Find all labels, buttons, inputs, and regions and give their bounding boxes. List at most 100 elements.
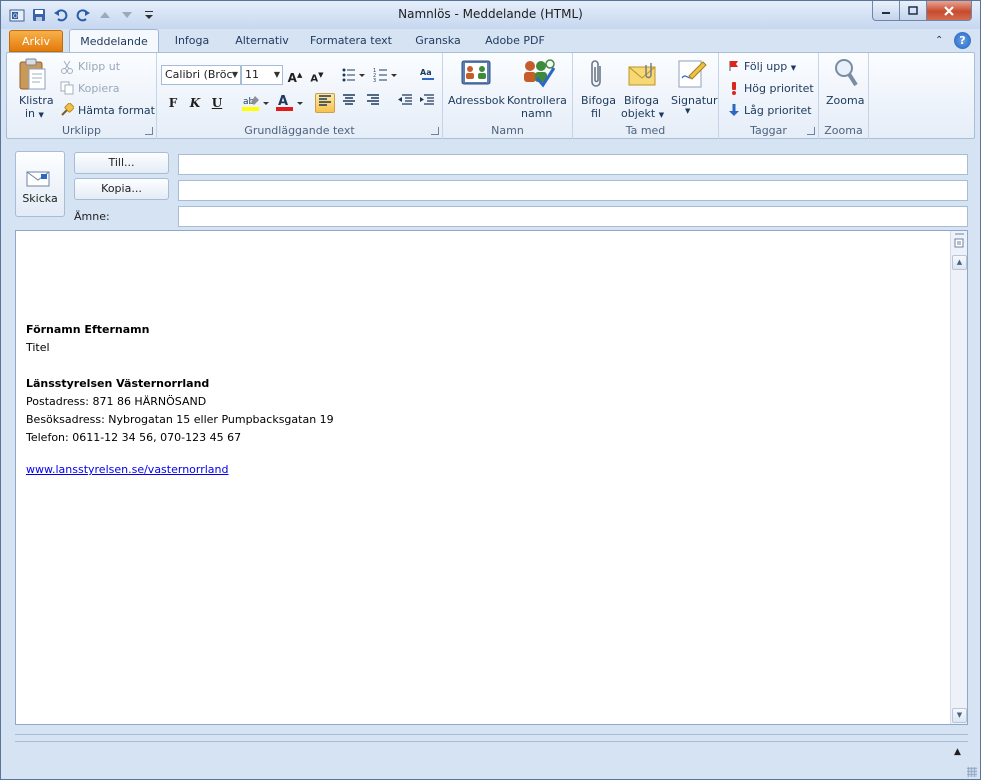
cc-field[interactable]: [178, 180, 968, 201]
tab-meddelande[interactable]: Meddelande: [69, 29, 159, 53]
align-left-icon[interactable]: [315, 93, 335, 113]
signature-icon[interactable]: [677, 58, 707, 91]
attach-item-dropdown-icon: ▼: [658, 111, 665, 119]
font-color-icon[interactable]: A: [275, 93, 305, 116]
vertical-scrollbar[interactable]: ▲ ▼: [950, 231, 967, 724]
signature-block: Förnamn Efternamn Titel Länsstyrelsen Vä…: [26, 321, 334, 479]
minimize-ribbon-icon[interactable]: ⌃: [935, 35, 943, 46]
attach-item-label-2-text: objekt: [621, 107, 656, 120]
scroll-up-button[interactable]: ▲: [952, 255, 967, 270]
cut-button[interactable]: Klipp ut: [78, 60, 120, 73]
resize-grip[interactable]: [967, 767, 977, 777]
signature-button[interactable]: Signatur: [671, 94, 718, 107]
attach-item-label-1[interactable]: Bifoga: [624, 94, 659, 107]
format-painter-button[interactable]: Hämta format: [78, 104, 155, 117]
numbered-list-icon[interactable]: 123: [373, 67, 399, 86]
zoom-icon[interactable]: [833, 57, 859, 92]
tab-alternativ[interactable]: Alternativ: [229, 29, 295, 53]
underline-icon[interactable]: U: [207, 93, 227, 113]
signature-link[interactable]: www.lansstyrelsen.se/vasternorrland: [26, 463, 229, 476]
check-names-icon[interactable]: [521, 58, 556, 91]
people-pane-toggle-icon[interactable]: ▲: [954, 747, 961, 757]
paste-label-2[interactable]: in ▼: [25, 107, 44, 120]
tab-granska[interactable]: Granska: [409, 29, 467, 53]
paste-label-1[interactable]: Klistra: [19, 94, 54, 107]
message-body[interactable]: Förnamn Efternamn Titel Länsstyrelsen Vä…: [15, 230, 968, 725]
subject-label: Ämne:: [74, 210, 110, 223]
tab-arkiv[interactable]: Arkiv: [9, 30, 63, 52]
close-button[interactable]: [926, 1, 972, 21]
bullet-list-icon[interactable]: [341, 67, 367, 86]
send-label: Skicka: [22, 192, 58, 205]
grow-font-icon[interactable]: A▲: [285, 65, 305, 85]
high-priority-button[interactable]: Hög prioritet: [744, 82, 814, 95]
paste-label-2-text: in: [25, 107, 36, 120]
send-button[interactable]: Skicka: [15, 151, 65, 217]
cut-icon: [60, 60, 74, 77]
group-label-namn: Namn: [491, 124, 524, 137]
bold-icon[interactable]: F: [163, 93, 183, 113]
title-bar: O Namnlös - Meddelande (HTML): [1, 1, 980, 29]
flag-icon: [728, 60, 740, 75]
scroll-down-button[interactable]: ▼: [952, 708, 967, 723]
cc-button[interactable]: Kopia...: [74, 178, 169, 200]
to-button[interactable]: Till...: [74, 152, 169, 174]
to-field[interactable]: [178, 154, 968, 175]
format-painter-icon: [60, 102, 75, 120]
check-names-label-1[interactable]: Kontrollera: [507, 94, 567, 107]
maximize-icon: [908, 5, 918, 15]
view-ruler-icon[interactable]: [954, 233, 965, 254]
signature-phone: Telefon: 0611-12 34 56, 070-123 45 67: [26, 431, 242, 444]
align-center-icon[interactable]: [339, 93, 359, 113]
highlight-icon[interactable]: ab: [241, 93, 271, 116]
group-label-grundlaggande-text: Grundläggande text: [244, 124, 355, 137]
ribbon: Klistra in ▼ Klipp ut Kopiera Hämta form…: [6, 52, 975, 139]
minimize-button[interactable]: [872, 1, 900, 21]
paste-dropdown-icon: ▼: [38, 111, 44, 119]
help-icon[interactable]: ?: [954, 32, 971, 49]
check-names-label-2[interactable]: namn: [521, 107, 552, 120]
signature-postal: Postadress: 871 86 HÄRNÖSAND: [26, 395, 207, 408]
addressbook-icon[interactable]: [460, 58, 492, 91]
envelope-attach-icon[interactable]: [627, 61, 659, 90]
signature-visit: Besöksadress: Nybrogatan 15 eller Pumpba…: [26, 413, 334, 426]
chevron-down-icon: ▼: [231, 70, 238, 79]
italic-icon[interactable]: K: [185, 93, 205, 113]
attach-item-label-2[interactable]: objekt ▼: [621, 107, 664, 120]
tab-infoga[interactable]: Infoga: [167, 29, 217, 53]
align-right-icon[interactable]: [363, 93, 383, 113]
decrease-indent-icon[interactable]: [395, 93, 415, 113]
low-priority-button[interactable]: Låg prioritet: [744, 104, 812, 117]
styles-icon[interactable]: Aa: [419, 65, 437, 86]
font-family-select[interactable]: Calibri (Bröc ▼: [161, 65, 241, 85]
group-urklipp: Klistra in ▼ Klipp ut Kopiera Hämta form…: [7, 53, 157, 139]
font-size-value: 11: [245, 68, 259, 81]
zoom-button[interactable]: Zooma: [826, 94, 864, 107]
follow-up-dropdown-icon: ▼: [790, 64, 797, 72]
chevron-down-icon: ▼: [273, 70, 280, 79]
shrink-font-icon[interactable]: A▼: [307, 65, 327, 85]
font-size-select[interactable]: 11 ▼: [241, 65, 283, 85]
tags-dialog-launcher[interactable]: [807, 127, 815, 135]
paperclip-icon[interactable]: [589, 58, 605, 93]
follow-up-button[interactable]: Följ upp ▼: [744, 60, 796, 73]
tab-adobe-pdf[interactable]: Adobe PDF: [479, 29, 551, 53]
signature-dropdown-icon[interactable]: ▼: [685, 107, 690, 115]
text-dialog-launcher[interactable]: [431, 127, 439, 135]
increase-indent-icon[interactable]: [417, 93, 437, 113]
copy-icon: [60, 81, 74, 98]
tab-formatera-text[interactable]: Formatera text: [307, 29, 395, 53]
svg-text:Aa: Aa: [420, 68, 432, 77]
svg-text:3: 3: [373, 78, 376, 83]
paste-icon[interactable]: [17, 57, 47, 94]
group-label-zooma: Zooma: [824, 124, 863, 137]
attach-file-label-2[interactable]: fil: [591, 107, 601, 120]
group-zooma: Zooma Zooma: [819, 53, 869, 139]
subject-field[interactable]: [178, 206, 968, 227]
copy-button[interactable]: Kopiera: [78, 82, 119, 95]
addressbook-button[interactable]: Adressbok: [448, 94, 505, 107]
attach-file-label-1[interactable]: Bifoga: [581, 94, 616, 107]
urklipp-dialog-launcher[interactable]: [145, 127, 153, 135]
minimize-icon: [882, 11, 890, 14]
maximize-button[interactable]: [899, 1, 927, 21]
